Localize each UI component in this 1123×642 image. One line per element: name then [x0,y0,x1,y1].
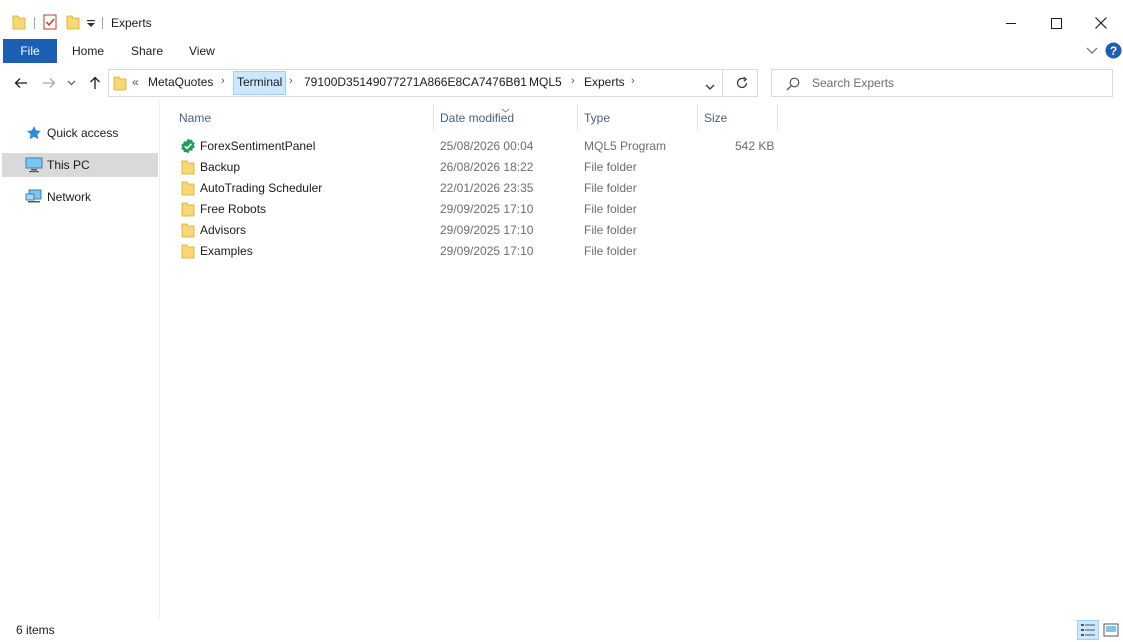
column-header-type[interactable]: Type [584,104,610,132]
address-dropdown-icon[interactable] [705,80,715,94]
folder-icon [12,14,26,33]
file-row[interactable]: Free Robots 29/09/2025 17:10 File folder [178,199,778,220]
file-date: 26/08/2026 18:22 [440,160,534,174]
breadcrumb-terminal[interactable]: Terminal [237,75,282,89]
mql5-program-icon [180,138,196,157]
file-row[interactable]: Backup 26/08/2026 18:22 File folder [178,157,778,178]
folder-icon [181,159,195,178]
file-size: 542 KB [735,139,775,153]
file-type: File folder [584,202,637,216]
computer-icon [24,157,44,173]
file-row[interactable]: AutoTrading Scheduler 22/01/2026 23:35 F… [178,178,778,199]
details-view-icon [1081,624,1095,636]
window-title: Experts [111,16,152,30]
network-icon [24,189,44,205]
close-icon [1095,17,1107,29]
file-row[interactable]: ForexSentimentPanel 25/08/2026 00:04 MQL… [178,136,778,157]
breadcrumb-separator-icon[interactable]: › [571,75,575,87]
breadcrumb-overflow[interactable]: « [132,75,139,89]
chevron-down-icon [67,80,75,86]
nav-item-network[interactable]: Network [2,185,158,209]
search-icon [786,77,800,94]
breadcrumb-mql5[interactable]: MQL5 [529,75,562,89]
file-name: Advisors [200,223,247,237]
recent-locations-button[interactable] [64,72,78,94]
nav-item-label: This PC [47,158,90,172]
file-type: File folder [584,223,637,237]
help-icon[interactable]: ? [1105,42,1122,62]
tab-view[interactable]: View [189,44,215,58]
file-row[interactable]: Advisors 29/09/2025 17:10 File folder [178,220,778,241]
large-icons-view-button[interactable] [1100,620,1122,640]
forward-arrow-icon [43,78,56,88]
new-folder-icon[interactable] [66,14,80,33]
nav-item-label: Network [47,190,92,204]
file-type: File folder [584,160,637,174]
file-date: 29/09/2025 17:10 [440,244,534,258]
breadcrumb-separator-icon[interactable]: › [221,75,225,87]
folder-icon [181,222,195,241]
minimize-button[interactable] [988,8,1034,38]
file-name: ForexSentimentPanel [200,139,316,153]
column-header-size[interactable]: Size [704,104,727,132]
search-box[interactable]: Search Experts [771,69,1113,97]
status-item-count: 6 items [16,623,55,637]
file-name: Free Robots [200,202,267,216]
nav-item-quick-access[interactable]: Quick access [2,121,158,145]
properties-icon[interactable] [43,14,57,33]
file-row[interactable]: Examples 29/09/2025 17:10 File folder [178,241,778,262]
file-type: File folder [584,244,637,258]
address-bar[interactable]: « MetaQuotes › Terminal › 79100D35149077… [108,69,758,97]
folder-icon [181,180,195,199]
title-bar: Experts [0,0,1123,40]
file-name: Examples [200,244,253,258]
svg-text:?: ? [1110,44,1117,58]
file-date: 22/01/2026 23:35 [440,181,534,195]
customize-toolbar-icon[interactable] [86,18,96,32]
file-date: 29/09/2025 17:10 [440,202,534,216]
forward-button[interactable] [38,72,60,94]
column-header-date-modified[interactable]: Date modified [440,104,514,132]
back-arrow-icon [14,78,27,88]
back-button[interactable] [10,72,32,94]
up-arrow-icon [90,76,100,89]
maximize-button[interactable] [1033,8,1079,38]
tab-home[interactable]: Home [72,44,104,58]
star-icon [24,125,44,141]
column-header-name[interactable]: Name [179,104,211,132]
file-name: Backup [200,160,241,174]
maximize-icon [1050,17,1062,29]
close-button[interactable] [1078,8,1123,38]
file-date: 25/08/2026 00:04 [440,139,534,153]
file-type: File folder [584,181,637,195]
search-input[interactable]: Search Experts [812,76,894,90]
tab-share[interactable]: Share [131,44,163,58]
tab-file[interactable]: File [3,39,57,63]
breadcrumb-separator-icon[interactable]: › [289,75,293,87]
breadcrumb-separator-icon[interactable]: › [517,75,521,87]
breadcrumb-terminal-id[interactable]: 79100D35149077271A866E8CA7476B61 [304,75,527,89]
refresh-icon[interactable] [735,76,749,93]
folder-icon [181,243,195,262]
nav-item-label: Quick access [47,126,119,140]
expand-ribbon-icon[interactable] [1086,44,1098,58]
details-view-button[interactable] [1077,620,1099,640]
nav-item-this-pc[interactable]: This PC [2,153,158,177]
folder-icon [113,75,127,94]
folder-icon [181,201,195,220]
breadcrumb-metaquotes[interactable]: MetaQuotes [148,75,213,89]
up-button[interactable] [84,72,106,94]
file-name: AutoTrading Scheduler [200,181,323,195]
breadcrumb-separator-icon[interactable]: › [631,75,635,87]
navigation-pane [0,100,160,620]
file-date: 29/09/2025 17:10 [440,223,534,237]
large-icons-view-icon [1103,623,1119,637]
file-type: MQL5 Program [584,139,667,153]
minimize-icon [1006,23,1016,24]
breadcrumb-experts[interactable]: Experts [584,75,625,89]
